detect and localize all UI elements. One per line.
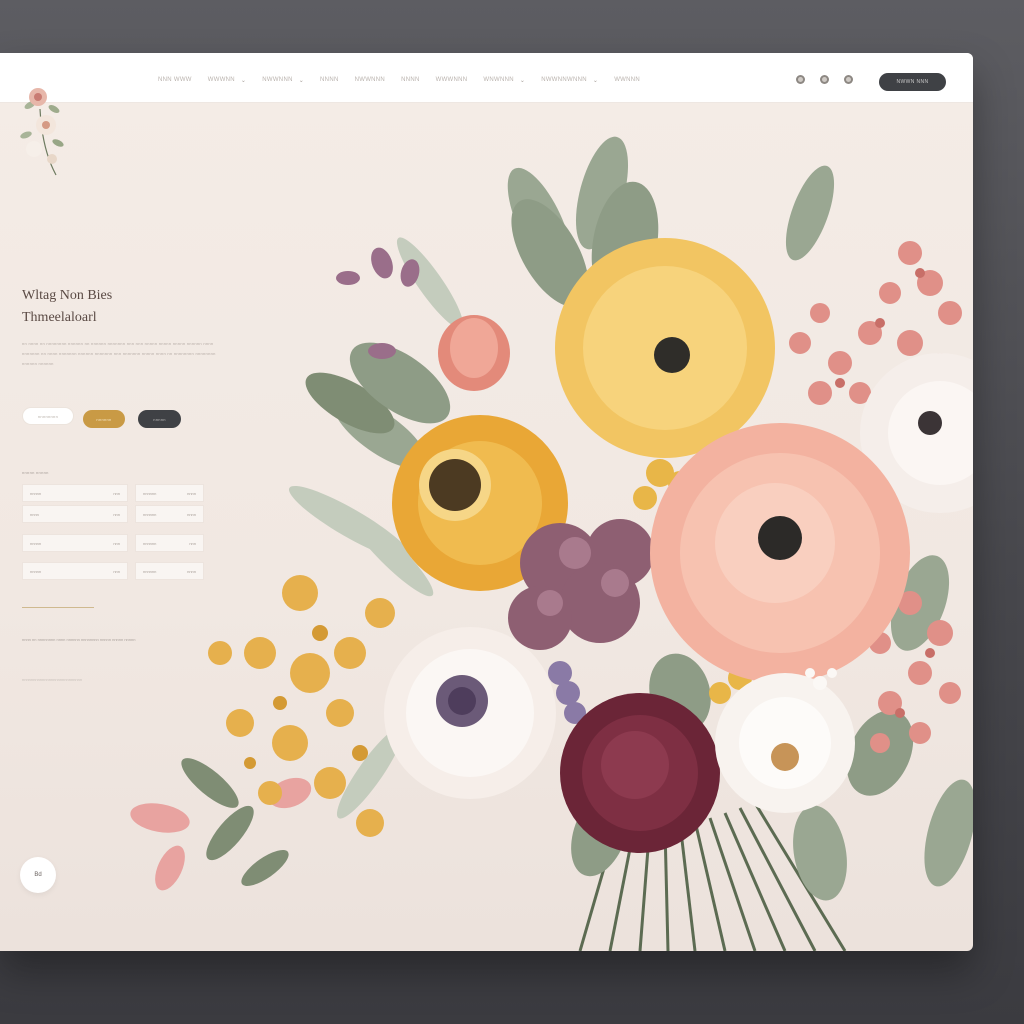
detail-card-value: nnn bbox=[113, 511, 120, 517]
nav-item[interactable]: NNNN bbox=[320, 77, 339, 83]
nav-item[interactable]: WWNNN bbox=[614, 77, 640, 83]
chevron-down-icon: ⌄ bbox=[519, 77, 526, 84]
detail-card[interactable]: nnnnn nnn bbox=[22, 534, 128, 552]
detail-card-label: nnnnn bbox=[30, 568, 42, 574]
primary-button[interactable]: nnnnnnnn bbox=[22, 407, 74, 425]
user-icon[interactable] bbox=[820, 75, 829, 84]
footnote-text: nnnnnnnnnnnnnnnnnnnnnnnnnnn bbox=[22, 677, 83, 682]
nav-item[interactable]: WWWNN ⌄ bbox=[208, 77, 246, 84]
accent-button[interactable]: nnnnnn bbox=[83, 410, 125, 428]
bag-icon[interactable] bbox=[844, 75, 853, 84]
nav-cta-button[interactable]: NWWN NNN bbox=[879, 73, 946, 91]
chevron-down-icon: ⌄ bbox=[298, 77, 305, 84]
detail-card-label: nnnnn bbox=[30, 490, 42, 496]
detail-card-value: nnn bbox=[113, 490, 120, 496]
nav-item[interactable]: WNWNNN ⌄ bbox=[483, 77, 525, 84]
flower-bouquet-illustration bbox=[130, 136, 973, 951]
detail-card[interactable]: nnnnn nnn bbox=[22, 562, 128, 580]
main-nav: NNN WWW WWWNN ⌄ NWWNNN ⌄ NNNN NWWNNN NNNN WWWNNN… bbox=[158, 73, 656, 87]
top-navigation-bar: NNN WWW WWWNN ⌄ NWWNNN ⌄ NNNN NWWNNN NNNN WWWNNN… bbox=[0, 53, 973, 103]
detail-card-label: nnnnn bbox=[30, 540, 42, 546]
accent-divider bbox=[22, 607, 94, 608]
nav-item-label: WWWNN bbox=[207, 77, 235, 83]
nav-item[interactable]: WWWNNN bbox=[436, 77, 468, 83]
detail-card-value: nnn bbox=[113, 568, 120, 574]
detail-card[interactable]: nnnn nnn bbox=[22, 505, 128, 523]
nav-item-label: NNNN bbox=[320, 77, 339, 83]
nav-item-label: WWNNN bbox=[614, 77, 641, 83]
detail-card[interactable]: nnnnn nnn bbox=[22, 484, 128, 502]
nav-item-label: NNN WWW bbox=[158, 77, 192, 83]
floating-action-button[interactable]: Bd bbox=[20, 857, 56, 893]
chevron-down-icon: ⌄ bbox=[592, 77, 599, 84]
browser-window: NNN WWW WWWNN ⌄ NWWNNN ⌄ NNNN NWWNNN NNNN WWWNNN… bbox=[0, 53, 973, 951]
nav-item-label: WWWNNN bbox=[435, 77, 468, 83]
nav-item-label: NWWNNN bbox=[262, 77, 293, 83]
nav-item[interactable]: NNN WWW bbox=[158, 77, 192, 83]
globe-icon[interactable] bbox=[796, 75, 805, 84]
detail-card-value: nnn bbox=[113, 540, 120, 546]
nav-item-label: NWWNNWNNN bbox=[541, 77, 587, 83]
nav-item-label: NNNN bbox=[401, 77, 420, 83]
nav-item-label: NWWNNN bbox=[354, 77, 386, 83]
nav-item-label: WNWNNN bbox=[483, 77, 514, 83]
nav-item[interactable]: NWWNNN ⌄ bbox=[262, 77, 304, 84]
details-section-label: nnnnn nnnnn bbox=[22, 470, 49, 475]
nav-icon-group bbox=[796, 75, 868, 84]
floral-logo[interactable] bbox=[12, 79, 70, 179]
chevron-down-icon: ⌄ bbox=[240, 77, 247, 84]
nav-item[interactable]: NWWNNWNNN ⌄ bbox=[541, 77, 598, 84]
nav-item[interactable]: NNNN bbox=[401, 77, 420, 83]
detail-card-label: nnnn bbox=[30, 511, 39, 517]
nav-item[interactable]: NWWNNN bbox=[355, 77, 385, 83]
